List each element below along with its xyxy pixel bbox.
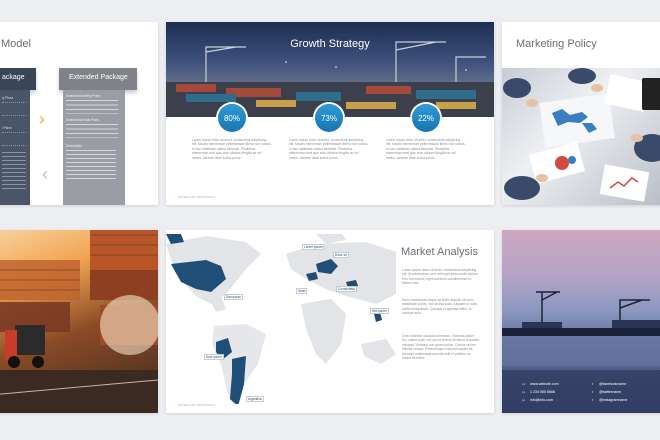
slide-warehouse-photo[interactable] [0, 230, 158, 413]
map-pin [309, 276, 313, 280]
basic-package-header: ackage [0, 68, 36, 90]
extended-package-header: Extended Package [59, 68, 137, 90]
extended-section-label: Extended Annual Plans [66, 118, 99, 122]
extended-package-body: Extended Monthly Plans Extended Annual P… [63, 90, 125, 205]
extended-price-lines [66, 100, 118, 114]
basic-price-lines [2, 132, 26, 146]
meeting-photo [502, 68, 660, 205]
phone-number[interactable]: 1 234 555 6666 [530, 390, 555, 394]
map-pin-label: Dolor sit [333, 252, 349, 258]
website-link[interactable]: www.website.com [530, 382, 559, 386]
instagram-link[interactable]: @instagramname [599, 398, 627, 402]
facebook-link[interactable]: @facebookname [599, 382, 626, 386]
analysis-paragraph: Nunc malesuada neque ac tellus blandit, … [402, 298, 477, 316]
map-pin [194, 274, 198, 278]
forklift-photo [0, 230, 158, 413]
map-pin [220, 348, 224, 352]
slide-title: Model [1, 38, 31, 50]
map-pin-label: Duis ipsum [204, 354, 224, 360]
map-pin [236, 392, 240, 396]
stat-description: Lorem ipsum dolor sit amet, consectetur … [192, 138, 272, 160]
extended-description-text [66, 150, 116, 180]
basic-section-label: l Plans [2, 126, 12, 130]
map-pin-label: Amet [296, 288, 308, 294]
map-pin-label: Consectetur [336, 286, 358, 292]
warehouse-illustration [0, 230, 158, 413]
slide-contacts[interactable]: ▭ www.website.com ▭ 1 234 555 6666 ▭ inf… [502, 230, 660, 413]
basic-package-label: ackage [2, 74, 25, 81]
stat-circle: 73% [315, 104, 343, 132]
slide-pricing-model[interactable]: Model ackage ly Plans l Plans › ‹ Extend… [0, 22, 158, 205]
twitter-icon: ▪ [592, 390, 594, 394]
analysis-paragraph: Cras molestie volutpat commodo. Vivamus … [402, 334, 480, 361]
instagram-icon: ▪ [592, 398, 594, 402]
stat-circle: 22% [412, 104, 440, 132]
phone-icon: ▭ [522, 390, 526, 394]
basic-package-body: ly Plans l Plans [0, 90, 30, 205]
extended-price-lines [66, 124, 118, 138]
next-arrow-icon[interactable]: › [39, 110, 45, 128]
prev-arrow-icon[interactable]: ‹ [42, 165, 48, 183]
slide-footer: INVESTOR PROPOSAL [178, 195, 216, 199]
slide-market-analysis[interactable]: San ipsum Lorem ipsum Dolor sit Amet Con… [166, 230, 494, 413]
harbor-illustration [502, 291, 660, 413]
globe-icon: ▭ [522, 382, 526, 386]
slide-title: Marketing Policy [516, 38, 597, 50]
world-map [166, 234, 396, 404]
map-pin-label: San ipsum [224, 294, 244, 300]
map-pin [376, 316, 380, 320]
facebook-icon: ▪ [592, 382, 594, 386]
extended-package-label: Extended Package [69, 74, 128, 81]
basic-section-label: ly Plans [2, 96, 14, 100]
twitter-link[interactable]: @twittername [599, 390, 621, 394]
slide-growth-strategy[interactable]: Growth Strategy 80% 73% 22% Lorem ipsum … [166, 22, 494, 205]
harbor-photo [502, 230, 660, 413]
stat-circle: 80% [218, 104, 246, 132]
map-pin-label: Lorem ipsum [302, 244, 325, 250]
cargo-port-illustration [166, 41, 494, 117]
extended-section-label: Extended Monthly Plans [66, 94, 101, 98]
basic-price-lines [2, 102, 26, 116]
slide-marketing-policy[interactable]: Marketing Policy [502, 22, 660, 205]
analysis-paragraph: Lorem ipsum dolor sit amet, consectetur … [402, 268, 478, 286]
map-pin [349, 282, 353, 286]
stat-description: Lorem ipsum dolor sit amet, consectetur … [289, 138, 369, 160]
map-pin-label: Argentina [246, 396, 264, 402]
map-pin [324, 264, 328, 268]
stat-description: Lorem ipsum dolor sit amet, consectetur … [386, 138, 466, 160]
mail-icon: ▭ [522, 398, 526, 402]
port-header-image: Growth Strategy [166, 22, 494, 117]
slide-title: Growth Strategy [290, 38, 370, 50]
slide-footer: INVESTOR PROPOSAL [178, 403, 216, 407]
map-pin-label: Nisi ipsum [370, 308, 389, 314]
email-link[interactable]: info@info.com [530, 398, 553, 402]
basic-description-text [2, 152, 26, 192]
extended-section-label: Description [66, 144, 82, 148]
team-meeting-illustration [503, 68, 660, 202]
slide-title: Market Analysis [400, 246, 478, 258]
